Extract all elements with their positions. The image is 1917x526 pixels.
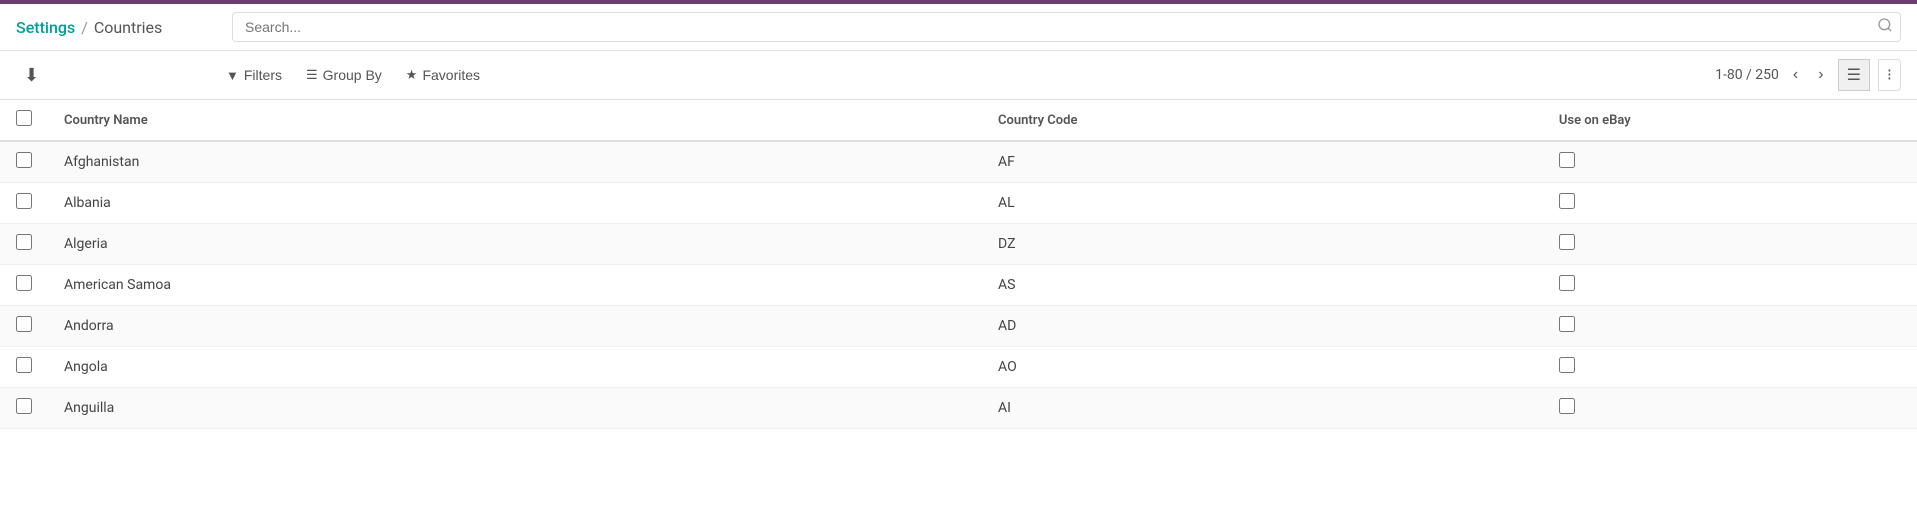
row-country-code: AL	[982, 183, 1543, 224]
row-checkbox[interactable]	[16, 234, 32, 250]
toolbar-right: 1-80 / 250 ‹ › ☰ ⁝	[1715, 59, 1901, 91]
toolbar: ⬇ ▼ Filters ☰ Group By ★ Favorites 1-80 …	[0, 51, 1917, 100]
table-container: Country Name Country Code Use on eBay Af…	[0, 100, 1917, 429]
row-checkbox-cell	[0, 141, 48, 183]
row-ebay-checkbox[interactable]	[1559, 152, 1575, 168]
select-all-checkbox[interactable]	[16, 110, 32, 126]
table-row: Algeria DZ	[0, 224, 1917, 265]
table-body: Afghanistan AF Albania AL Algeria DZ	[0, 141, 1917, 429]
row-ebay-checkbox[interactable]	[1559, 193, 1575, 209]
group-by-icon: ☰	[306, 67, 318, 83]
table-row: Andorra AD	[0, 306, 1917, 347]
pagination-info: 1-80 / 250	[1715, 67, 1779, 83]
row-checkbox-cell	[0, 347, 48, 388]
countries-table: Country Name Country Code Use on eBay Af…	[0, 100, 1917, 429]
breadcrumb-current: Countries	[94, 18, 162, 37]
filters-button[interactable]: ▼ Filters	[216, 61, 292, 89]
row-ebay-checkbox[interactable]	[1559, 316, 1575, 332]
row-country-code: AS	[982, 265, 1543, 306]
row-country-name: Algeria	[48, 224, 982, 265]
row-checkbox-cell	[0, 183, 48, 224]
row-ebay-checkbox[interactable]	[1559, 275, 1575, 291]
row-ebay-checkbox-cell	[1543, 183, 1917, 224]
row-country-name: Albania	[48, 183, 982, 224]
row-checkbox[interactable]	[16, 398, 32, 414]
row-country-name: Anguilla	[48, 388, 982, 429]
row-checkbox[interactable]	[16, 316, 32, 332]
row-ebay-checkbox-cell	[1543, 141, 1917, 183]
column-header-ebay: Use on eBay	[1543, 100, 1917, 141]
star-icon: ★	[406, 67, 418, 83]
list-view-icon: ☰	[1847, 67, 1861, 84]
row-country-name: Angola	[48, 347, 982, 388]
next-page-button[interactable]: ›	[1812, 62, 1829, 88]
row-ebay-checkbox[interactable]	[1559, 234, 1575, 250]
grid-view-button[interactable]: ⁝	[1878, 59, 1901, 91]
column-header-name: Country Name	[48, 100, 982, 141]
download-icon: ⬇	[24, 65, 39, 85]
header: Settings / Countries	[0, 4, 1917, 51]
download-button[interactable]: ⬇	[16, 61, 47, 90]
row-country-code: AD	[982, 306, 1543, 347]
row-country-name: Andorra	[48, 306, 982, 347]
row-country-code: AI	[982, 388, 1543, 429]
group-by-button[interactable]: ☰ Group By	[296, 61, 392, 89]
row-ebay-checkbox-cell	[1543, 306, 1917, 347]
prev-page-button[interactable]: ‹	[1787, 62, 1804, 88]
breadcrumb-settings-link[interactable]: Settings	[16, 18, 75, 37]
row-checkbox-cell	[0, 224, 48, 265]
row-checkbox-cell	[0, 306, 48, 347]
table-row: Angola AO	[0, 347, 1917, 388]
list-view-button[interactable]: ☰	[1838, 59, 1870, 91]
row-checkbox[interactable]	[16, 357, 32, 373]
table-row: Anguilla AI	[0, 388, 1917, 429]
table-header-row: Country Name Country Code Use on eBay	[0, 100, 1917, 141]
row-ebay-checkbox-cell	[1543, 388, 1917, 429]
row-country-code: AO	[982, 347, 1543, 388]
favorites-label: Favorites	[422, 67, 480, 83]
row-ebay-checkbox-cell	[1543, 265, 1917, 306]
row-checkbox[interactable]	[16, 275, 32, 291]
search-icon	[1877, 17, 1893, 37]
select-all-header	[0, 100, 48, 141]
table-row: Afghanistan AF	[0, 141, 1917, 183]
row-country-name: Afghanistan	[48, 141, 982, 183]
breadcrumb-separator: /	[81, 18, 88, 37]
toolbar-center: ▼ Filters ☰ Group By ★ Favorites	[216, 61, 1715, 89]
row-checkbox-cell	[0, 265, 48, 306]
table-row: Albania AL	[0, 183, 1917, 224]
column-header-code: Country Code	[982, 100, 1543, 141]
row-checkbox[interactable]	[16, 193, 32, 209]
toolbar-left: ⬇	[16, 61, 216, 90]
search-input[interactable]	[232, 12, 1901, 42]
row-country-code: DZ	[982, 224, 1543, 265]
row-ebay-checkbox-cell	[1543, 224, 1917, 265]
row-checkbox-cell	[0, 388, 48, 429]
table-row: American Samoa AS	[0, 265, 1917, 306]
group-by-label: Group By	[323, 67, 382, 83]
row-ebay-checkbox[interactable]	[1559, 357, 1575, 373]
row-ebay-checkbox[interactable]	[1559, 398, 1575, 414]
search-container	[232, 12, 1901, 42]
row-country-code: AF	[982, 141, 1543, 183]
row-country-name: American Samoa	[48, 265, 982, 306]
row-ebay-checkbox-cell	[1543, 347, 1917, 388]
filter-icon: ▼	[226, 68, 239, 83]
breadcrumb: Settings / Countries	[16, 18, 216, 37]
favorites-button[interactable]: ★ Favorites	[396, 61, 490, 89]
row-checkbox[interactable]	[16, 152, 32, 168]
grid-view-icon: ⁝	[1887, 67, 1892, 84]
filters-label: Filters	[244, 67, 282, 83]
